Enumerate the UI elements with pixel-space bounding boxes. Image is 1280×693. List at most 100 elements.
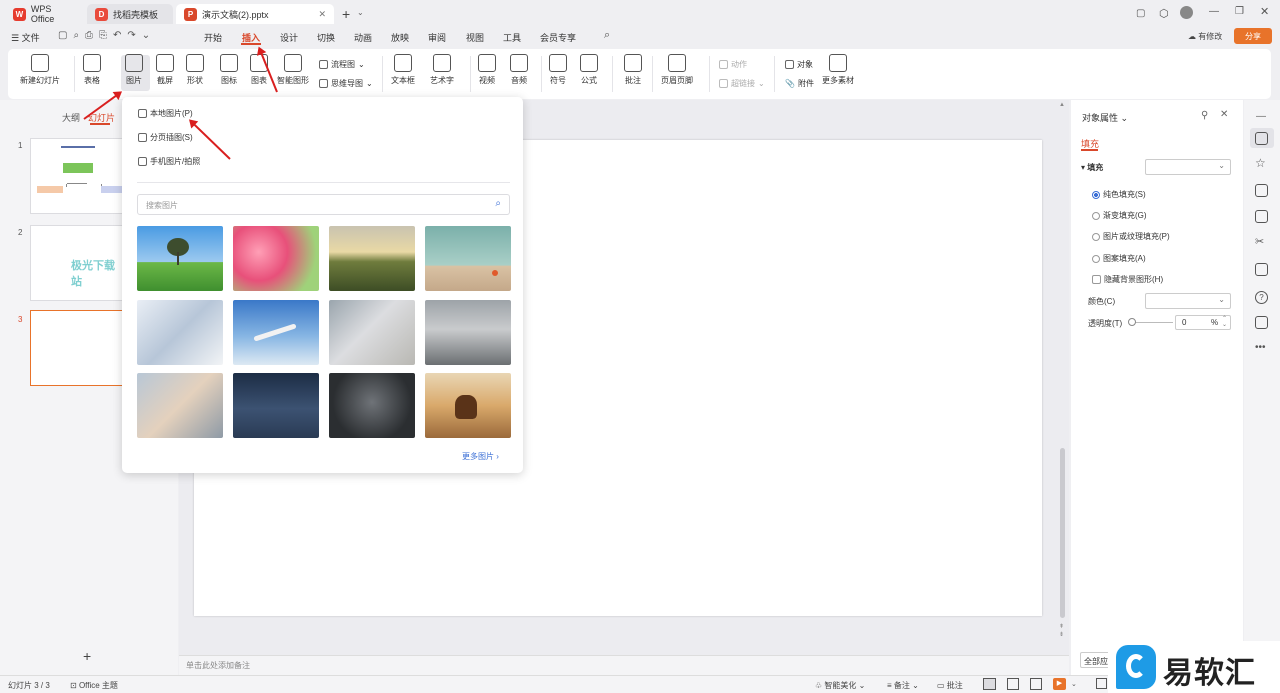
- picture-tree-field[interactable]: [137, 226, 223, 291]
- avatar[interactable]: [1180, 6, 1193, 19]
- scroll-up-icon[interactable]: ▲: [1059, 102, 1065, 108]
- transparency-input[interactable]: 0 % ⌃ ⌄: [1175, 315, 1231, 330]
- menu-slideshow[interactable]: 放映: [391, 31, 409, 44]
- share-button[interactable]: 分享: [1234, 28, 1272, 44]
- normal-view-icon[interactable]: [983, 678, 996, 690]
- attachment-button[interactable]: 📎 附件: [785, 78, 814, 89]
- more-material-button[interactable]: 更多素材: [822, 54, 854, 86]
- sorter-view-icon[interactable]: [1007, 678, 1019, 690]
- menu-member[interactable]: 会员专享: [540, 31, 576, 44]
- picture-icon[interactable]: [1255, 210, 1268, 223]
- menu-start[interactable]: 开始: [204, 31, 222, 44]
- object-button[interactable]: 对象: [785, 59, 813, 70]
- reading-view-icon[interactable]: [1030, 678, 1042, 690]
- phone-picture-item[interactable]: 手机图片/拍照: [138, 156, 200, 167]
- page-nav-icon[interactable]: ⇞ ⇟: [1059, 623, 1064, 639]
- transparency-slider-handle[interactable]: [1128, 318, 1136, 326]
- quick-access-icons[interactable]: ▢⌕⎙⎘↶↷⌄: [58, 30, 156, 41]
- transparency-slider[interactable]: [1131, 322, 1173, 323]
- notes-button[interactable]: ≡ 备注 ⌄: [887, 680, 919, 691]
- star-icon[interactable]: ☆: [1255, 156, 1266, 170]
- comment-status-button[interactable]: ▭ 批注: [937, 680, 963, 691]
- fit-window-icon[interactable]: [1096, 678, 1107, 689]
- picture-fill-option[interactable]: 图片或纹理填充(P): [1092, 231, 1170, 242]
- hide-background-option[interactable]: 隐藏背景图形(H): [1092, 274, 1163, 285]
- picture-signing-paper[interactable]: [329, 300, 415, 365]
- formula-button[interactable]: 公式: [580, 54, 598, 86]
- local-picture-item[interactable]: 本地图片(P): [138, 108, 193, 119]
- tab-docer-templates[interactable]: D 找稻壳模板: [87, 4, 173, 24]
- video-button[interactable]: 视频: [478, 54, 496, 86]
- picture-button[interactable]: 图片: [125, 54, 143, 86]
- shape-button[interactable]: 形状: [186, 54, 204, 86]
- notes-bar[interactable]: [179, 655, 1069, 675]
- search-icon[interactable]: ⌕: [495, 198, 501, 209]
- vertical-scrollbar[interactable]: [1060, 448, 1065, 618]
- picture-search-input[interactable]: 搜索图片 ⌕: [137, 194, 510, 215]
- menu-view[interactable]: 视图: [466, 31, 484, 44]
- spinner-icon[interactable]: ⌃ ⌄: [1222, 316, 1227, 328]
- symbol-button[interactable]: 符号: [549, 54, 567, 86]
- more-pictures-link[interactable]: 更多图片 ›: [462, 451, 499, 462]
- smart-shape-button[interactable]: 智能图形: [277, 54, 309, 86]
- slide-thumbnail-3[interactable]: [30, 310, 123, 386]
- close-window-icon[interactable]: ✕: [1260, 5, 1269, 18]
- cube-icon[interactable]: ⬡: [1159, 7, 1169, 20]
- slideshow-chevron-icon[interactable]: ⌄: [1071, 680, 1077, 688]
- tools-icon[interactable]: ✂: [1255, 235, 1264, 248]
- add-slide-button[interactable]: +: [83, 648, 91, 664]
- gradient-fill-option[interactable]: 渐变填充(G): [1092, 210, 1147, 221]
- icon-button[interactable]: 图标: [220, 54, 238, 86]
- minimize-icon[interactable]: —: [1209, 6, 1219, 17]
- tab-presentation[interactable]: P 演示文稿(2).pptx ✕: [176, 4, 334, 24]
- copy-icon[interactable]: [1255, 184, 1268, 197]
- table-button[interactable]: 表格: [83, 54, 101, 86]
- new-slide-button[interactable]: 新建幻灯片: [20, 54, 60, 86]
- smart-beautify-button[interactable]: ♧ 智能美化 ⌄: [815, 680, 865, 691]
- flowchart-button[interactable]: 流程图 ⌄: [319, 59, 365, 70]
- picture-tabletop[interactable]: [425, 226, 511, 291]
- slideshow-play-icon[interactable]: ▶: [1053, 678, 1066, 690]
- textbox-button[interactable]: 文本框: [391, 54, 415, 86]
- menu-animation[interactable]: 动画: [354, 31, 372, 44]
- fill-section-header[interactable]: ▾ 填充: [1081, 162, 1103, 173]
- help-icon[interactable]: ?: [1255, 291, 1268, 304]
- comment-button[interactable]: 批注: [624, 54, 642, 86]
- has-edit-button[interactable]: ☁ 有修改: [1188, 31, 1222, 42]
- chevron-down-icon[interactable]: ⌄: [357, 8, 364, 17]
- slide-thumbnail-2[interactable]: 极光下载站: [30, 225, 123, 301]
- close-panel-icon[interactable]: ✕: [1220, 109, 1228, 120]
- color-select[interactable]: ⌄: [1145, 293, 1231, 309]
- picture-tulips[interactable]: [233, 226, 319, 291]
- restore-icon[interactable]: ❐: [1235, 6, 1244, 17]
- solid-fill-option[interactable]: 纯色填充(S): [1092, 189, 1146, 200]
- picture-celebrating-man[interactable]: [233, 373, 319, 438]
- chart-button[interactable]: 图表: [250, 54, 268, 86]
- outline-tab[interactable]: 大纲: [62, 111, 80, 124]
- new-tab-icon[interactable]: +: [342, 6, 350, 22]
- search-icon[interactable]: ⌕: [604, 29, 610, 42]
- tab-wps-office[interactable]: W WPS Office: [5, 4, 85, 24]
- more-icon[interactable]: •••: [1255, 342, 1266, 353]
- picture-team-hands[interactable]: [137, 373, 223, 438]
- picture-horse[interactable]: [425, 373, 511, 438]
- file-menu[interactable]: ☰ 文件: [11, 31, 40, 44]
- picture-farmland[interactable]: [329, 226, 415, 291]
- pattern-fill-option[interactable]: 图案填充(A): [1092, 253, 1146, 264]
- pin-icon[interactable]: ⚲: [1201, 110, 1208, 121]
- properties-icon[interactable]: [1255, 132, 1268, 145]
- picture-treadmills[interactable]: [425, 300, 511, 365]
- slide-thumbnail-1[interactable]: [30, 138, 123, 214]
- mindmap-button[interactable]: 思维导图 ⌄: [319, 78, 373, 89]
- menu-tools[interactable]: 工具: [503, 31, 521, 44]
- panel-title[interactable]: 对象属性 ⌄: [1082, 111, 1128, 124]
- collapse-icon[interactable]: —: [1256, 111, 1266, 122]
- book-icon[interactable]: [1255, 263, 1268, 276]
- close-tab-icon[interactable]: ✕: [318, 9, 326, 20]
- header-footer-button[interactable]: 页眉页脚: [661, 54, 693, 86]
- split-picture-item[interactable]: 分页插图(S): [138, 132, 193, 143]
- shirt-icon[interactable]: [1255, 316, 1268, 329]
- theme-label[interactable]: ⊡ Office 主题: [70, 680, 118, 691]
- menu-review[interactable]: 审阅: [428, 31, 446, 44]
- fill-select[interactable]: ⌄: [1145, 159, 1231, 175]
